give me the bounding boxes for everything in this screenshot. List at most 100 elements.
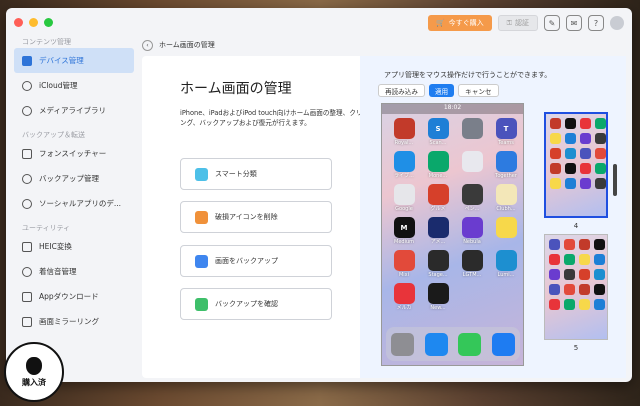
backup-screen-button[interactable]: 画面をバックアップ — [180, 245, 332, 277]
app-icon — [495, 217, 517, 238]
back-button[interactable]: ‹ — [142, 39, 153, 51]
minimize-window-button[interactable] — [29, 17, 38, 27]
sidebar-item-icloud[interactable]: iCloud管理 — [14, 73, 134, 98]
mini-app-icon — [594, 299, 605, 310]
app-icon-tile[interactable]: Mone... — [426, 151, 450, 180]
app-icon — [393, 250, 415, 271]
app-icon-tile[interactable]: M Medium — [392, 217, 416, 246]
sidebar-item-screen-mirroring[interactable]: 画面ミラーリング — [14, 309, 134, 334]
sidebar-item-device-management[interactable]: デバイス管理 — [14, 48, 134, 73]
app-icon — [393, 151, 415, 172]
app-grid: Royal... S Scan... T Teams ライブ... Mone... Toget… — [392, 118, 518, 312]
safari-icon[interactable] — [424, 332, 448, 356]
page-number: 5 — [573, 344, 579, 352]
remove-broken-icons-button[interactable]: 破損アイコンを削除 — [180, 201, 332, 233]
mini-app-icon — [580, 163, 591, 174]
sidebar-item-label: HEIC変換 — [39, 242, 72, 251]
page-thumbnail[interactable] — [544, 234, 608, 340]
mini-app-icon — [564, 284, 575, 295]
mini-app-icon — [580, 133, 591, 144]
sidebar-item-social-apps[interactable]: ソーシャルアプリのデ... — [14, 191, 134, 216]
check-backup-button[interactable]: バックアップを確認 — [180, 288, 332, 320]
cancel-button[interactable]: キャンセ — [458, 84, 499, 97]
broken-icon — [195, 210, 208, 224]
mini-app-icon — [594, 284, 605, 295]
app-label: Together — [495, 173, 517, 179]
app-icon — [427, 217, 449, 238]
mini-app-icon — [580, 118, 591, 129]
avatar[interactable] — [610, 16, 624, 30]
mail-icon[interactable]: ✉ — [566, 15, 582, 31]
sidebar-item-ringtone[interactable]: 着信音管理 — [14, 259, 134, 284]
page-thumbnail[interactable] — [544, 112, 608, 218]
app-icon-tile[interactable]: Lumi... — [494, 250, 518, 279]
thumbnail-scrollbar[interactable] — [613, 164, 617, 196]
app-icon-tile[interactable]: ライブ... — [392, 151, 416, 180]
app-icon-tile[interactable]: S Scan... — [426, 118, 450, 147]
app-icon-tile[interactable] — [460, 118, 484, 147]
app-icon-tile[interactable]: Nebula — [460, 217, 484, 246]
page-description: iPhone、iPadおよびiPod touch向けホーム画面の整理、クリーニン… — [180, 109, 376, 127]
edit-icon[interactable]: ✎ — [544, 15, 560, 31]
sidebar-item-media-library[interactable]: メディアライブラリ — [14, 98, 134, 123]
messages-icon[interactable] — [458, 332, 482, 356]
sidebar-item-app-download[interactable]: Appダウンロード — [14, 284, 134, 309]
sidebar-item-heic[interactable]: HEIC変換 — [14, 234, 134, 259]
app-icon-tile[interactable]: New... — [426, 283, 450, 312]
app-label: Mixi — [398, 272, 410, 278]
mini-app-icon — [564, 269, 575, 280]
reload-button[interactable]: 再読み込み — [378, 84, 425, 97]
window-controls — [14, 17, 53, 27]
app-icon-tile[interactable]: Google — [392, 184, 416, 213]
smart-sort-button[interactable]: スマート分類 — [180, 158, 332, 190]
mail-icon[interactable] — [491, 332, 515, 356]
app-icon — [461, 151, 483, 172]
app-icon-tile[interactable]: Mixi — [392, 250, 416, 279]
app-label: グルメ — [430, 206, 446, 212]
app-icon-tile[interactable]: アメ... — [426, 217, 450, 246]
app-icon-tile[interactable]: グルメ — [426, 184, 450, 213]
toolbar: 🛒 今すぐ購入 ⚿ 認証 ✎ ✉ ? — [427, 15, 624, 31]
app-label: Teams — [498, 140, 514, 146]
zoom-window-button[interactable] — [44, 17, 53, 27]
app-icon — [495, 184, 517, 205]
app-icon-tile[interactable]: T Teams — [494, 118, 518, 147]
action-label: 破損アイコンを削除 — [215, 213, 278, 221]
chat-icon — [22, 198, 32, 209]
register-button[interactable]: ⚿ 認証 — [497, 15, 538, 31]
apply-button[interactable]: 適用 — [428, 84, 455, 97]
app-icon-tile[interactable]: LGTM... — [460, 250, 484, 279]
app-icon: S — [427, 118, 449, 139]
breadcrumb: ‹ ホーム画面の管理 — [142, 38, 215, 52]
sidebar-section-title: コンテンツ管理 — [22, 38, 71, 46]
mini-app-icon — [565, 178, 576, 189]
grid-icon — [195, 167, 208, 181]
app-label: Scan... — [429, 140, 447, 146]
sidebar-item-backup-management[interactable]: バックアップ管理 — [14, 166, 134, 191]
app-icon — [393, 283, 415, 304]
phone-switch-icon — [22, 148, 32, 159]
sidebar-item-phone-switcher[interactable]: フォンスイッチャー — [14, 141, 134, 166]
app-label: アメ... — [430, 239, 446, 245]
app-icon-tile[interactable]: Together — [494, 151, 518, 180]
close-window-button[interactable] — [14, 17, 23, 27]
phone-preview: 18:02 Royal... S Scan... T Teams ライブ... Mone..… — [381, 103, 524, 366]
mini-app-icon — [565, 118, 576, 129]
mini-app-icon — [594, 269, 605, 280]
app-icon — [461, 217, 483, 238]
heic-icon — [22, 241, 32, 252]
settings-icon[interactable] — [391, 332, 415, 356]
app-icon-tile[interactable]: Clubh... — [494, 184, 518, 213]
buy-now-button[interactable]: 🛒 今すぐ購入 — [427, 15, 492, 31]
phone-dock — [386, 327, 520, 361]
app-label: Lumi... — [497, 272, 515, 278]
app-icon-tile[interactable] — [494, 217, 518, 246]
preview-hint: アプリ管理をマウス操作だけで行うことができます。 — [384, 71, 552, 79]
app-label: Mone... — [428, 173, 448, 179]
app-icon-tile[interactable]: メルカ — [392, 283, 416, 312]
app-icon-tile[interactable]: Stage... — [426, 250, 450, 279]
app-icon-tile[interactable]: ペン... — [460, 184, 484, 213]
app-icon-tile[interactable]: Royal... — [392, 118, 416, 147]
app-icon-tile[interactable] — [460, 151, 484, 180]
help-icon[interactable]: ? — [588, 15, 604, 31]
